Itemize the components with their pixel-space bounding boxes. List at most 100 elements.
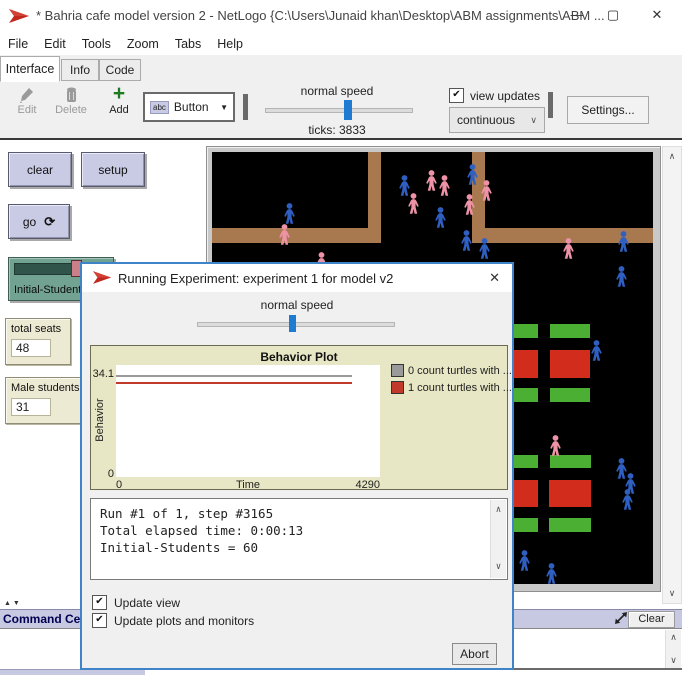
dropdown-arrow-icon: ▼ bbox=[220, 103, 228, 112]
dialog-close-icon[interactable]: ✕ bbox=[489, 270, 500, 286]
edit-label: Edit bbox=[8, 104, 46, 116]
speed-label: normal speed bbox=[262, 84, 412, 98]
toolbar: Edit Delete + Add abc Button ▼ normal sp… bbox=[0, 82, 682, 140]
edit-button[interactable]: Edit bbox=[8, 87, 46, 116]
monitor-label: Male students bbox=[11, 382, 79, 394]
command-scrollbar[interactable]: ∧ ∨ bbox=[665, 630, 681, 668]
student-agent-blue bbox=[590, 340, 603, 361]
menu-file[interactable]: File bbox=[0, 34, 36, 54]
y-axis-min-label: 0 bbox=[99, 468, 114, 480]
command-center-clear-button[interactable]: Clear bbox=[628, 611, 675, 628]
tab-code[interactable]: Code bbox=[99, 59, 141, 81]
dialog-title: Running Experiment: experiment 1 for mod… bbox=[118, 271, 393, 286]
tab-info[interactable]: Info bbox=[61, 59, 99, 81]
cafe-seat-red bbox=[514, 350, 538, 378]
scroll-up-icon[interactable]: ∧ bbox=[666, 632, 681, 643]
dialog-speed-label: normal speed bbox=[82, 298, 512, 312]
toolbar-separator bbox=[243, 94, 248, 120]
cafe-seat-red bbox=[512, 480, 538, 507]
dialog-speed-slider-handle[interactable] bbox=[289, 315, 296, 332]
menu-tools[interactable]: Tools bbox=[74, 34, 119, 54]
checkbox-check-icon: ✔ bbox=[92, 613, 107, 628]
legend-label: 1 count turtles with ... bbox=[408, 382, 512, 394]
widget-type-dropdown[interactable]: abc Button ▼ bbox=[143, 92, 235, 122]
output-line: Run #1 of 1, step #3165 bbox=[100, 505, 498, 522]
add-button[interactable]: + Add bbox=[103, 83, 135, 116]
window-title: * Bahria cafe model version 2 - NetLogo … bbox=[36, 8, 605, 23]
male-students-monitor: Male students 31 bbox=[5, 377, 85, 424]
cafe-seat-green bbox=[514, 388, 538, 402]
output-line: Initial-Students = 60 bbox=[100, 539, 498, 556]
add-label: Add bbox=[103, 104, 135, 116]
y-axis-label: Behavior bbox=[94, 380, 106, 460]
dialog-title-bar: Running Experiment: experiment 1 for mod… bbox=[82, 264, 512, 292]
legend-label: 0 count turtles with ... bbox=[408, 365, 512, 377]
legend-entry: 1 count turtles with ... bbox=[391, 381, 512, 394]
output-scrollbar[interactable]: ∧ ∨ bbox=[490, 500, 506, 578]
scroll-up-icon[interactable]: ∧ bbox=[663, 151, 681, 162]
scroll-down-icon[interactable]: ∨ bbox=[491, 559, 506, 576]
student-agent-pink bbox=[425, 170, 438, 191]
student-agent-blue bbox=[617, 231, 630, 252]
student-agent-pink bbox=[549, 435, 562, 456]
speed-slider-track[interactable] bbox=[265, 108, 413, 113]
splitter-handle-icon[interactable]: ▲▼ bbox=[4, 600, 22, 607]
student-agent-pink bbox=[438, 175, 451, 196]
student-agent-blue bbox=[545, 563, 558, 584]
menu-bar: File Edit Tools Zoom Tabs Help bbox=[0, 32, 682, 55]
menu-zoom[interactable]: Zoom bbox=[119, 34, 167, 54]
settings-button[interactable]: Settings... bbox=[567, 96, 649, 124]
main-scrollbar[interactable]: ∧ ∨ bbox=[662, 146, 682, 604]
scroll-up-icon[interactable]: ∧ bbox=[491, 502, 506, 519]
legend-swatch-red bbox=[391, 381, 404, 394]
maximize-button[interactable]: ▢ bbox=[598, 7, 628, 23]
menu-edit[interactable]: Edit bbox=[36, 34, 74, 54]
detach-arrows-icon[interactable] bbox=[614, 612, 628, 625]
menu-tabs[interactable]: Tabs bbox=[167, 34, 209, 54]
checkbox-check-icon: ✔ bbox=[449, 88, 464, 103]
update-mode-dropdown[interactable]: continuous ∨ bbox=[449, 107, 545, 133]
student-agent-pink bbox=[278, 224, 291, 245]
update-mode-value: continuous bbox=[457, 113, 515, 127]
x-axis-max-label: 4290 bbox=[116, 479, 380, 491]
student-agent-blue bbox=[621, 489, 634, 510]
cafe-wall bbox=[368, 152, 381, 243]
clear-button[interactable]: clear bbox=[8, 152, 72, 187]
setup-button[interactable]: setup bbox=[81, 152, 145, 187]
go-button[interactable]: go ⟳ bbox=[8, 204, 70, 239]
running-experiment-dialog: Running Experiment: experiment 1 for mod… bbox=[80, 262, 514, 670]
close-button[interactable]: ✕ bbox=[642, 7, 672, 23]
experiment-output[interactable]: Run #1 of 1, step #3165 Total elapsed ti… bbox=[90, 498, 508, 580]
menu-help[interactable]: Help bbox=[209, 34, 251, 54]
student-agent-blue bbox=[466, 164, 479, 185]
minimize-button[interactable]: — bbox=[562, 7, 592, 22]
scroll-down-icon[interactable]: ∨ bbox=[663, 588, 681, 599]
netlogo-window: * Bahria cafe model version 2 - NetLogo … bbox=[0, 0, 682, 675]
update-view-checkbox[interactable]: ✔ Update view bbox=[92, 595, 180, 610]
cafe-seat-green bbox=[512, 455, 538, 468]
y-axis-max-label: 34.1 bbox=[91, 368, 114, 380]
student-agent-pink bbox=[562, 238, 575, 259]
student-agent-pink bbox=[463, 194, 476, 215]
view-updates-label: view updates bbox=[470, 89, 540, 103]
student-agent-pink bbox=[407, 193, 420, 214]
tab-interface[interactable]: Interface bbox=[0, 56, 60, 82]
monitor-label: total seats bbox=[11, 323, 61, 335]
speed-slider-handle[interactable] bbox=[344, 100, 352, 120]
legend-entry: 0 count turtles with ... bbox=[391, 364, 512, 377]
cafe-wall bbox=[212, 228, 379, 243]
dialog-speed-slider-track[interactable] bbox=[197, 322, 395, 327]
forever-loop-icon: ⟳ bbox=[44, 214, 55, 230]
delete-button[interactable]: Delete bbox=[50, 87, 92, 116]
netlogo-logo-icon bbox=[93, 270, 112, 285]
view-updates-checkbox[interactable]: ✔ view updates bbox=[449, 88, 540, 103]
update-plots-label: Update plots and monitors bbox=[114, 614, 254, 628]
abort-button[interactable]: Abort bbox=[452, 643, 497, 665]
plot-series-line bbox=[116, 382, 352, 384]
update-plots-checkbox[interactable]: ✔ Update plots and monitors bbox=[92, 613, 254, 628]
scroll-down-icon[interactable]: ∨ bbox=[666, 655, 681, 666]
cafe-seat-red bbox=[550, 350, 590, 378]
widget-type-value: Button bbox=[174, 100, 209, 114]
plus-icon: + bbox=[103, 83, 135, 104]
delete-label: Delete bbox=[50, 104, 92, 116]
